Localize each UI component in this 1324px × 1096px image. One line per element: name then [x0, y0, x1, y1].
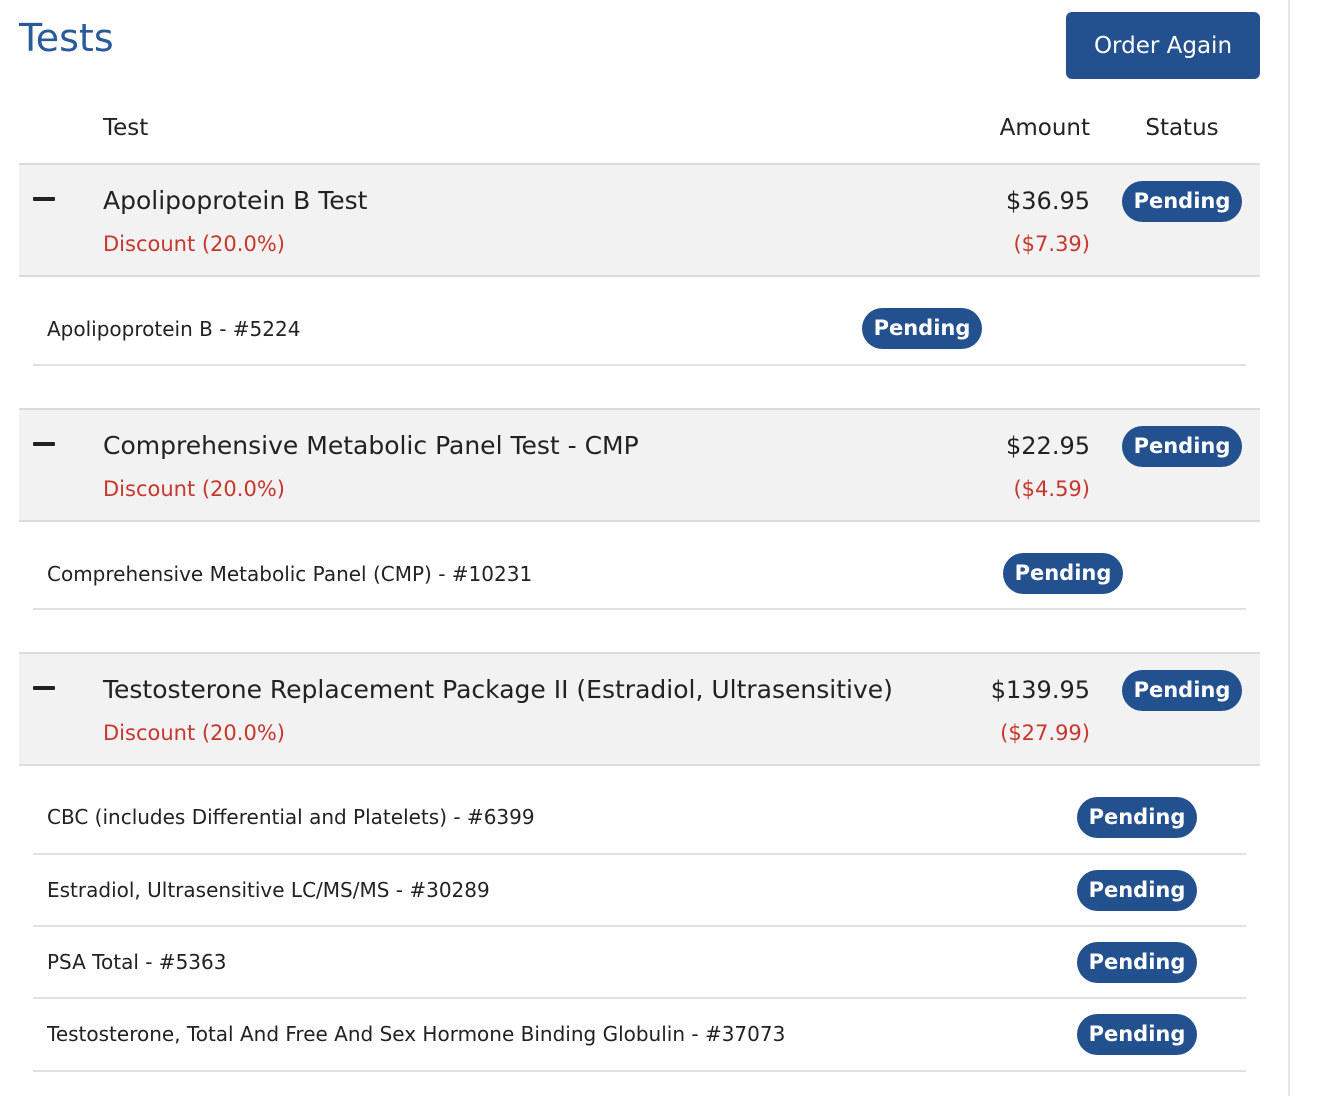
sub-test-row: CBC (includes Differential and Platelets…: [33, 766, 1246, 855]
sub-test-row: Comprehensive Metabolic Panel (CMP) - #1…: [33, 522, 1246, 610]
collapse-minus-icon[interactable]: [33, 686, 55, 690]
discount-label: Discount (20.0%): [103, 232, 285, 256]
test-group-row: Testosterone Replacement Package II (Est…: [19, 652, 1260, 766]
sub-test-row: Apolipoprotein B - #5224 Pending: [33, 277, 1246, 366]
discount-amount: ($4.59): [1013, 477, 1090, 501]
divider: [1288, 0, 1290, 1096]
page-title: Tests: [19, 16, 114, 60]
sub-test-name: Apolipoprotein B - #5224: [47, 317, 301, 341]
test-group-name: Testosterone Replacement Package II (Est…: [103, 675, 893, 704]
sub-test-row: Estradiol, Ultrasensitive LC/MS/MS - #30…: [33, 855, 1246, 927]
test-group-name: Apolipoprotein B Test: [103, 186, 368, 215]
sub-test-name: Testosterone, Total And Free And Sex Hor…: [47, 1022, 786, 1046]
test-amount: $22.95: [1006, 432, 1090, 460]
test-group-row: Comprehensive Metabolic Panel Test - CMP…: [19, 408, 1260, 522]
status-badge: Pending: [1077, 797, 1197, 838]
discount-label: Discount (20.0%): [103, 721, 285, 745]
collapse-minus-icon[interactable]: [33, 442, 55, 446]
sub-test-name: PSA Total - #5363: [47, 950, 227, 974]
sub-test-name: Estradiol, Ultrasensitive LC/MS/MS - #30…: [47, 878, 490, 902]
discount-label: Discount (20.0%): [103, 477, 285, 501]
column-header-status: Status: [1145, 115, 1219, 141]
status-badge: Pending: [1122, 181, 1242, 222]
test-group-name: Comprehensive Metabolic Panel Test - CMP: [103, 431, 639, 460]
test-group-row: Apolipoprotein B Test Discount (20.0%) $…: [19, 163, 1260, 277]
sub-test-name: CBC (includes Differential and Platelets…: [47, 805, 535, 829]
discount-amount: ($27.99): [1000, 721, 1090, 745]
status-badge: Pending: [1122, 670, 1242, 711]
status-badge: Pending: [1003, 553, 1123, 594]
status-badge: Pending: [1077, 1014, 1197, 1055]
column-header-amount: Amount: [999, 115, 1090, 141]
sub-test-name: Comprehensive Metabolic Panel (CMP) - #1…: [47, 562, 533, 586]
order-again-button[interactable]: Order Again: [1066, 12, 1260, 79]
sub-test-row: PSA Total - #5363 Pending: [33, 927, 1246, 999]
tests-page: Tests Order Again Test Amount Status Apo…: [0, 0, 1324, 1096]
sub-test-row: Testosterone, Total And Free And Sex Hor…: [33, 999, 1246, 1072]
column-header-test: Test: [103, 115, 149, 141]
status-badge: Pending: [1077, 942, 1197, 983]
test-amount: $36.95: [1006, 187, 1090, 215]
status-badge: Pending: [1077, 870, 1197, 911]
status-badge: Pending: [1122, 426, 1242, 467]
status-badge: Pending: [862, 308, 982, 349]
discount-amount: ($7.39): [1013, 232, 1090, 256]
collapse-minus-icon[interactable]: [33, 197, 55, 201]
test-amount: $139.95: [990, 676, 1090, 704]
